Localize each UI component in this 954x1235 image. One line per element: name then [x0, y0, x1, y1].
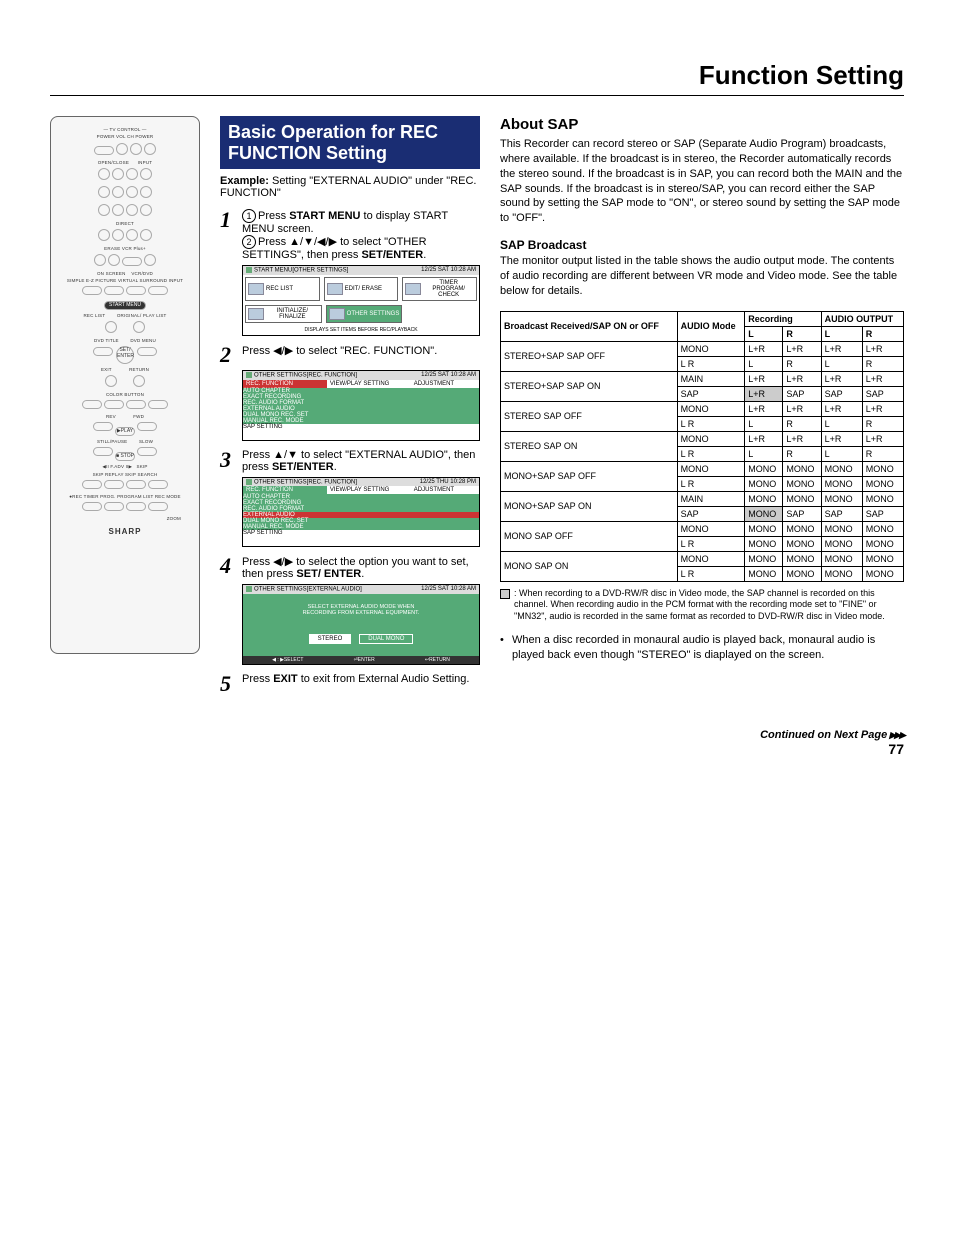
page-number: 77 — [888, 741, 904, 757]
continued-label: Continued on Next Page — [760, 729, 904, 741]
step-3: 3 Press ▲/▼ to select "EXTERNAL AUDIO", … — [220, 449, 480, 473]
osd-other-settings-1: OTHER SETTINGS[REC. FUNCTION]12/25 SAT 1… — [242, 370, 480, 441]
table-note: : When recording to a DVD-RW/R disc in V… — [500, 588, 904, 623]
step-4: 4 Press ◀/▶ to select the option you wan… — [220, 555, 480, 580]
remote-illustration: — TV CONTROL — POWER VOL CH POWER OPEN/C… — [50, 116, 200, 654]
example-text: Example: Setting "EXTERNAL AUDIO" under … — [220, 175, 480, 199]
step-1: 1 1Press START MENU to display START MEN… — [220, 209, 480, 261]
osd-other-settings-2: OTHER SETTINGS[REC. FUNCTION]12/25 THU 1… — [242, 477, 480, 548]
about-sap-body: This Recorder can record stereo or SAP (… — [500, 137, 904, 226]
sap-table: Broadcast Received/SAP ON or OFF AUDIO M… — [500, 311, 904, 582]
step-2: 2 Press ◀/▶ to select "REC. FUNCTION". — [220, 344, 480, 366]
section-heading: Basic Operation for REC FUNCTION Setting — [220, 116, 480, 169]
sap-broadcast-heading: SAP Broadcast — [500, 238, 904, 252]
page-title: Function Setting — [50, 60, 904, 96]
sap-broadcast-body: The monitor output listed in the table s… — [500, 254, 904, 299]
step-5: 5 Press EXIT to exit from External Audio… — [220, 673, 480, 695]
mono-bullet: When a disc recorded in monaural audio i… — [500, 633, 904, 663]
osd-external-audio: OTHER SETTINGS[EXTERNAL AUDIO]12/25 SAT … — [242, 584, 480, 665]
about-sap-heading: About SAP — [500, 116, 904, 133]
osd-start-menu: START MENU[OTHER SETTINGS]12/25 SAT 10:2… — [242, 265, 480, 336]
